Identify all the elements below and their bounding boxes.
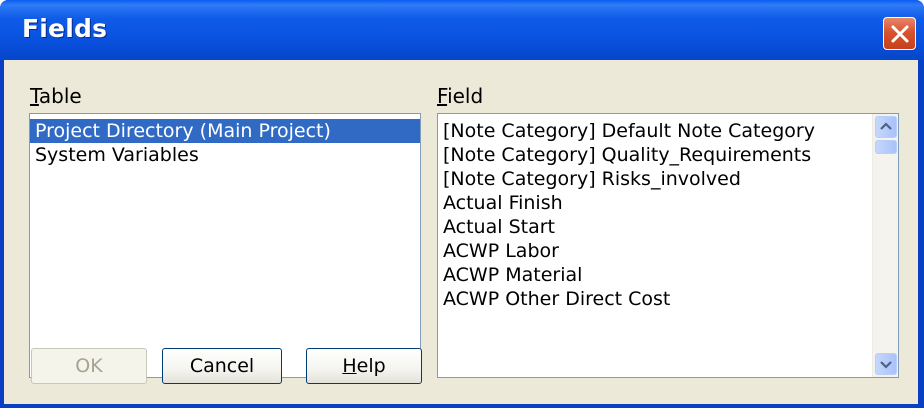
dialog-title: Fields [22, 14, 108, 43]
field-item[interactable]: Actual Start [438, 215, 898, 239]
cancel-button[interactable]: Cancel [162, 348, 282, 384]
help-button[interactable]: Help [306, 348, 422, 384]
field-item[interactable]: [Note Category] Default Note Category [438, 119, 898, 143]
close-button[interactable] [883, 17, 916, 50]
field-item[interactable]: ACWP Labor [438, 239, 898, 263]
title-bar[interactable]: Fields [0, 0, 924, 60]
field-item[interactable]: Actual Finish [438, 191, 898, 215]
field-item[interactable]: ACWP Other Direct Cost [438, 287, 898, 311]
table-item[interactable]: System Variables [30, 143, 420, 167]
close-icon [891, 25, 909, 43]
field-item[interactable]: [Note Category] Quality_Requirements [438, 143, 898, 167]
field-item[interactable]: [Note Category] Risks_involved [438, 167, 898, 191]
field-label: Field [437, 84, 484, 108]
table-item-selected[interactable]: Project Directory (Main Project) [30, 119, 420, 143]
window-bottom-border [0, 404, 924, 408]
scroll-thumb[interactable] [875, 140, 897, 154]
field-item[interactable]: ACWP Material [438, 263, 898, 287]
scroll-down-button[interactable] [875, 353, 897, 375]
ok-button[interactable]: OK [31, 348, 147, 384]
scroll-up-button[interactable] [875, 116, 897, 138]
table-listbox[interactable]: Project Directory (Main Project) System V… [29, 113, 421, 378]
scroll-up-arrow-icon [880, 122, 892, 130]
dialog-body: Table Project Directory (Main Project) Sy… [4, 60, 918, 404]
table-label: Table [30, 84, 82, 108]
field-listbox[interactable]: [Note Category] Default Note Category [No… [437, 113, 899, 378]
scroll-down-arrow-icon [880, 361, 892, 369]
field-scrollbar[interactable] [872, 114, 898, 377]
fields-dialog: Fields Table Project Directory (Main Pro… [0, 0, 924, 408]
